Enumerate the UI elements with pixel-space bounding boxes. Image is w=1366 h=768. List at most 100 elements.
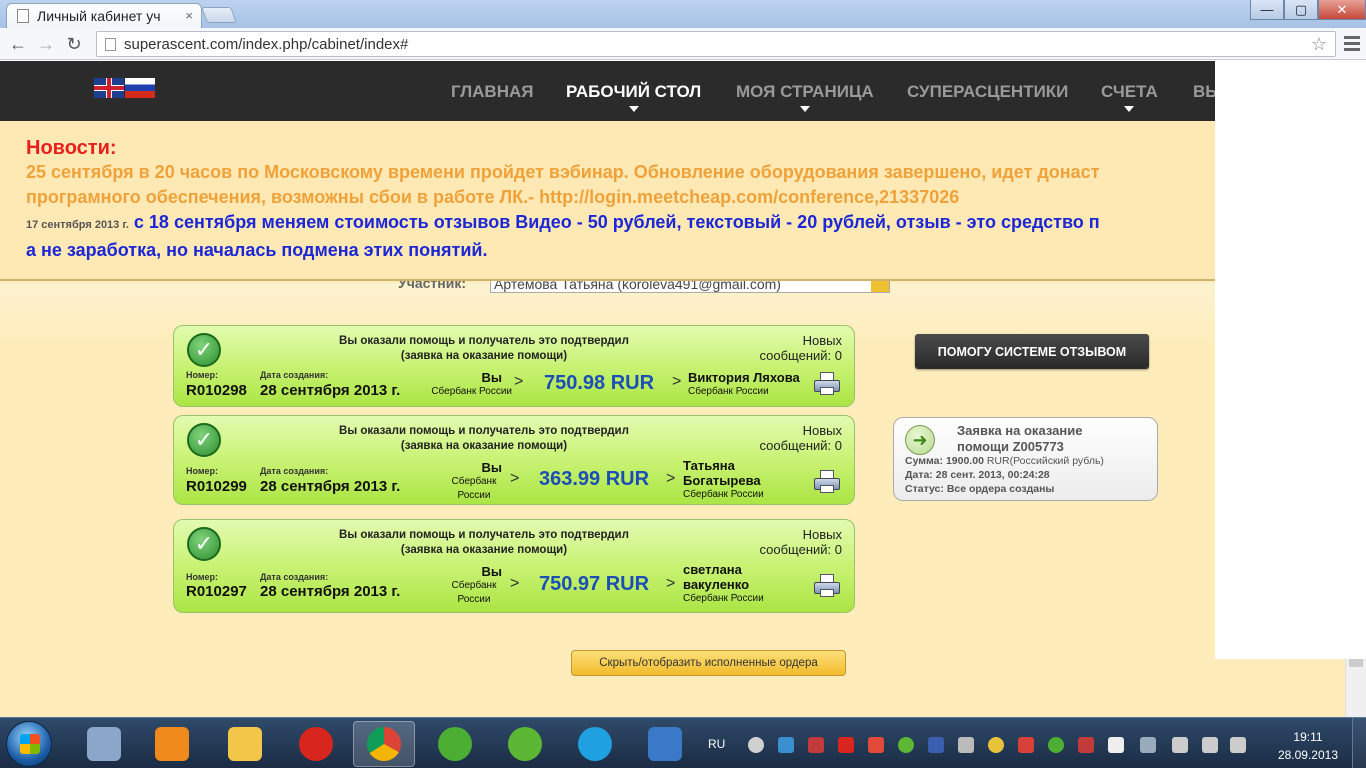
address-bar[interactable]: superascent.com/index.php/cabinet/index#… [96,31,1336,57]
taskbar-skype[interactable] [564,721,626,767]
order-sender: Вы Сбербанк России [431,370,512,397]
taskbar-explorer[interactable] [214,721,276,767]
forward-button[interactable]: → [34,32,58,56]
tray-rss-icon[interactable] [868,737,884,753]
show-desktop-button[interactable] [1352,718,1366,768]
order-date-label: Дата создания: [260,466,329,476]
order-sender: Вы Сбербанк России [451,460,502,501]
order-date-label: Дата создания: [260,572,329,582]
new-tab-button[interactable] [201,7,237,23]
news-line-2: програмного обеспечения, возможны сбои в… [26,187,960,207]
volume-icon[interactable] [1230,737,1246,753]
clock-time: 19:11 [1293,730,1323,744]
taskbar-utorrent[interactable] [424,721,486,767]
page-scrollbar[interactable] [1345,659,1366,717]
check-icon: ✓ [187,527,221,561]
network-icon[interactable] [1202,737,1218,753]
tray-notification-icon[interactable] [988,737,1004,753]
taskbar-clock[interactable]: 19:11 28.09.2013 [1278,728,1338,764]
order-card[interactable]: ✓ Вы оказали помощь и получатель это под… [173,325,855,407]
order-card[interactable]: ✓ Вы оказали помощь и получатель это под… [173,519,855,613]
bluetooth-icon[interactable] [1140,737,1156,753]
maximize-button[interactable]: ▢ [1284,0,1318,20]
order-recipient: Татьяна Богатырева Сбербанк России [683,458,764,500]
new-messages[interactable]: Новых сообщений: 0 [760,423,843,453]
tray-vk-icon[interactable] [1108,737,1124,753]
browser-tab[interactable]: Личный кабинет уч × [6,3,202,28]
order-card[interactable]: ✓ Вы оказали помощь и получатель это под… [173,415,855,505]
news-line-3: с 18 сентября меняем стоимость отзывов В… [133,212,1100,232]
minimize-button[interactable]: — [1250,0,1284,20]
back-button[interactable]: ← [6,32,30,56]
help-request-card[interactable]: ➜ Заявка на оказание помощи Z005773 Сумма… [893,417,1158,501]
arrow-right-icon: > [666,575,676,592]
tab-title: Личный кабинет уч [37,8,161,24]
arrow-right-icon: > [666,470,676,487]
tray-utorrent-icon[interactable] [1048,737,1064,753]
browser-toolbar: ← → ↻ superascent.com/index.php/cabinet/… [0,28,1366,60]
monitor-icon [648,727,682,761]
language-indicator[interactable]: RU [708,737,725,751]
nav-desktop[interactable]: РАБОЧИЙ СТОЛ [566,82,701,112]
power-icon[interactable] [1172,737,1188,753]
tray-shield-icon[interactable] [928,737,944,753]
scroll-thumb[interactable] [1349,659,1363,667]
order-number-label: Номер: [186,466,219,476]
russian-flag-icon[interactable] [125,78,155,98]
printer-icon[interactable] [814,470,842,494]
nav-superascentics[interactable]: СУПЕРАСЦЕНТИКИ [907,82,1068,102]
order-message: Вы оказали помощь и получатель это подтв… [339,529,629,556]
order-number-label: Номер: [186,370,219,380]
news-title: Новости: [26,137,117,159]
url-text: superascent.com/index.php/cabinet/index# [124,35,409,53]
order-number: R010299 [186,478,247,495]
order-date: 28 сентября 2013 г. [260,478,401,495]
request-sum: Сумма: 1900.00 RUR(Российский рубль) [905,455,1104,467]
order-number: R010298 [186,382,247,399]
help-with-review-button[interactable]: ПОМОГУ СИСТЕМЕ ОТЗЫВОМ [915,334,1149,369]
page-icon [17,9,29,23]
nav-accounts[interactable]: СЧЕТА [1101,82,1158,112]
skype-icon [578,727,612,761]
nav-main[interactable]: ГЛАВНАЯ [451,82,533,102]
nav-my-page[interactable]: МОЯ СТРАНИЦА [736,82,874,112]
order-date-label: Дата создания: [260,370,329,380]
taskbar-calculator[interactable] [73,721,135,767]
tray-globe-icon[interactable] [748,737,764,753]
new-messages[interactable]: Новых сообщений: 0 [760,527,843,557]
order-recipient: светлана вакуленко Сбербанк России [683,562,764,604]
taskbar-media-player[interactable] [141,721,203,767]
check-icon: ✓ [187,423,221,457]
tray-network-icon[interactable] [778,737,794,753]
tab-close-icon[interactable]: × [185,8,193,23]
close-window-button[interactable]: ✕ [1318,0,1366,20]
toggle-completed-orders-button[interactable]: Скрыть/отобразить исполненные ордера [571,650,846,676]
order-amount: 750.97 RUR [539,573,650,595]
english-flag-icon[interactable] [94,78,124,98]
news-line-4: а не заработка, но началась подмена этих… [26,240,488,260]
order-amount: 750.98 RUR [544,372,655,394]
windows-taskbar: RU 19:11 28.09.2013 [0,717,1366,768]
browser-menu-icon[interactable] [1344,34,1360,52]
start-button[interactable] [6,721,52,767]
blank-panel [1215,61,1366,659]
folder-icon [228,727,262,761]
taskbar-chrome[interactable] [353,721,415,767]
printer-icon[interactable] [814,372,842,396]
new-messages[interactable]: Новых сообщений: 0 [760,333,843,363]
tray-app-icon[interactable] [808,737,824,753]
bookmark-star-icon[interactable]: ☆ [1311,34,1327,55]
tray-opera-icon[interactable] [838,737,854,753]
tray-app-icon[interactable] [1018,737,1034,753]
taskbar-mail-agent[interactable] [494,721,556,767]
tray-app-icon[interactable] [1078,737,1094,753]
browser-titlebar: Личный кабинет уч × — ▢ ✕ [0,0,1366,28]
taskbar-opera[interactable] [285,721,347,767]
taskbar-remote-desktop[interactable] [634,721,696,767]
tray-mail-icon[interactable] [898,737,914,753]
order-date: 28 сентября 2013 г. [260,382,401,399]
tray-network-icon[interactable] [958,737,974,753]
reload-button[interactable]: ↻ [62,32,86,56]
printer-icon[interactable] [814,574,842,598]
request-title: Заявка на оказание помощи Z005773 [957,423,1083,454]
